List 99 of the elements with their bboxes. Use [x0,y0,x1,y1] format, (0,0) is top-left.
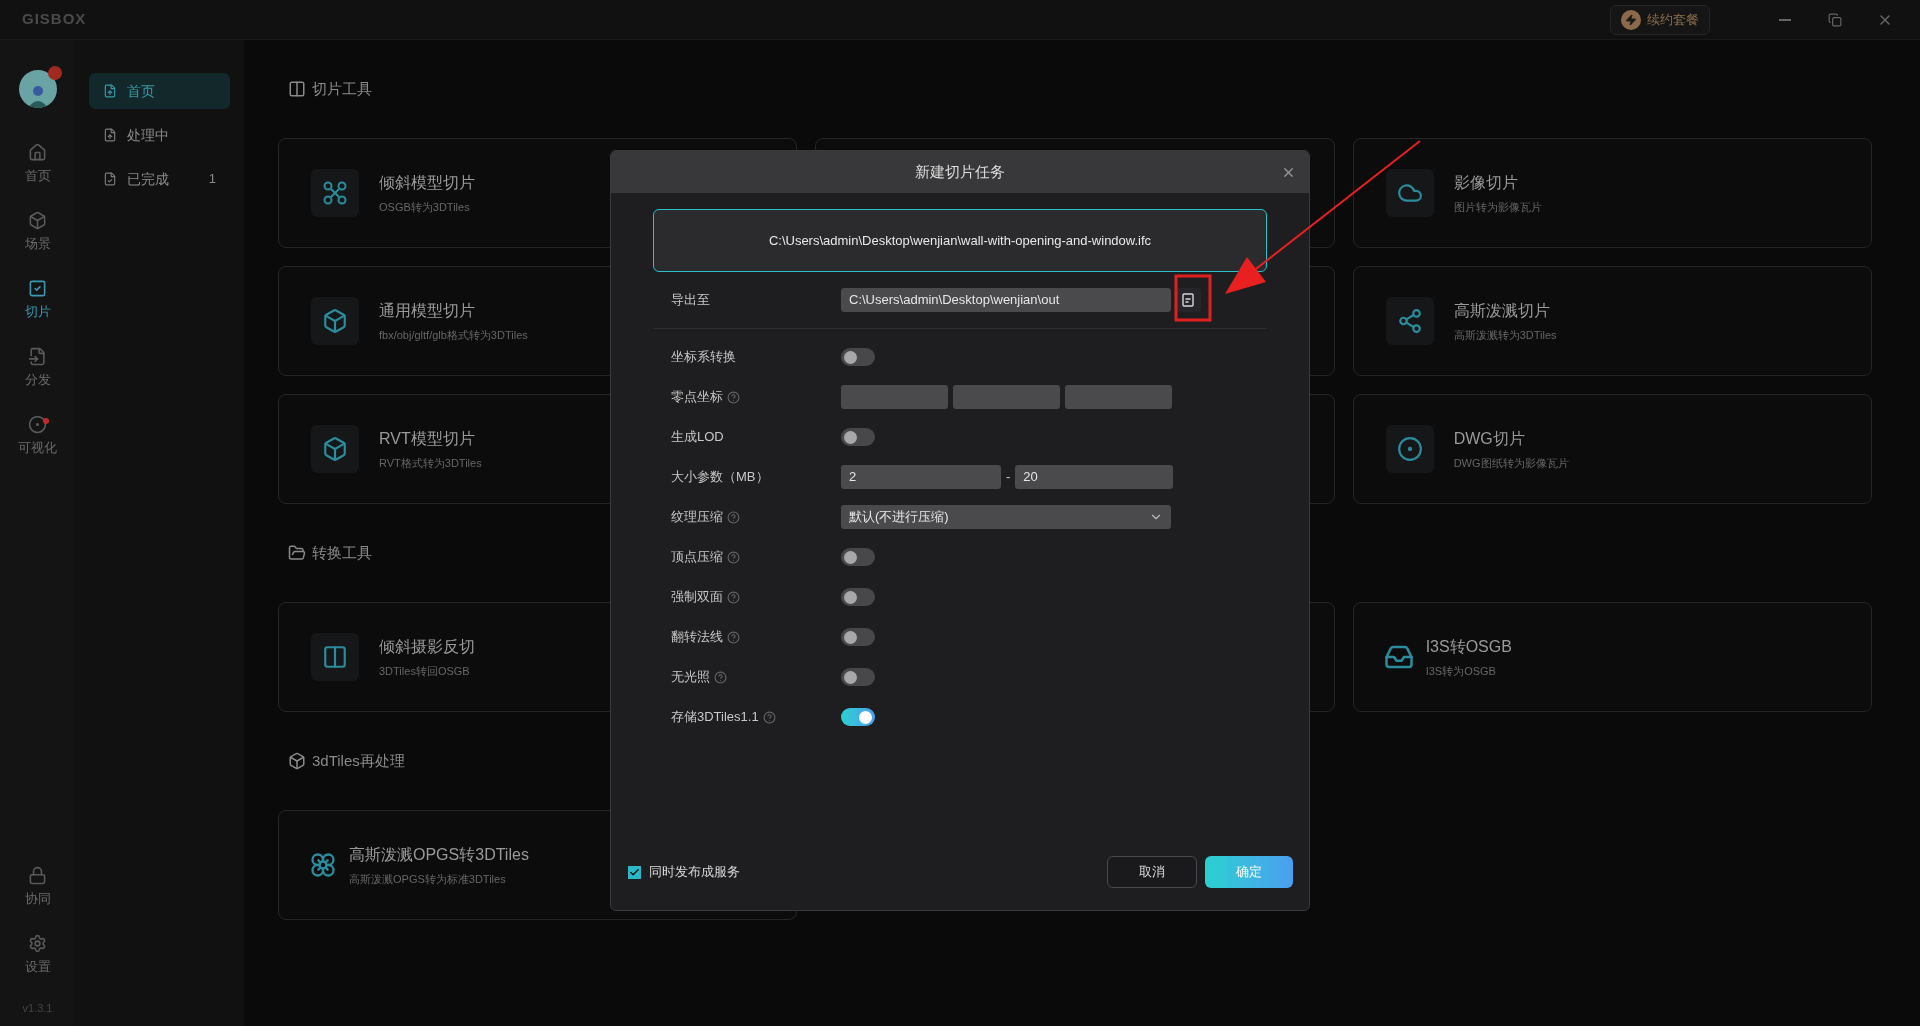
file-arrow-icon [28,346,47,366]
restore-icon [1828,12,1842,27]
card-title: I3S转OSGB [1425,636,1512,657]
card-title: 影像切片 [1453,172,1519,193]
help-icon[interactable] [727,630,740,644]
field-label: 翻转法线 [671,628,723,647]
cancel-button[interactable]: 取消 [1107,856,1197,888]
card-subtitle: OSGB转为3DTiles [379,199,471,215]
lightning-icon [1621,9,1641,30]
tool-card[interactable]: DWG切片 DWG图纸转为影像瓦片 [1352,394,1872,504]
card-subtitle: I3S转为OSGB [1425,663,1497,679]
cube-icon [288,752,306,770]
card-title: 高斯泼溅切片 [1453,300,1551,321]
nav-item[interactable]: 分发 [2,334,73,402]
annotation-highlight-box [1174,274,1212,322]
dialog-title: 新建切片任务 [915,161,1005,182]
file-upload-icon [103,128,117,142]
tool-card[interactable]: 影像切片 图片转为影像瓦片 [1352,138,1872,248]
card-title: DWG切片 [1453,428,1526,449]
section-title: 转换工具 [312,542,372,563]
toggle-switch[interactable] [841,548,875,566]
coordinate-field[interactable] [1065,385,1172,409]
publish-checkbox[interactable] [628,865,641,879]
section-title: 切片工具 [312,78,372,99]
coordinate-field[interactable] [953,385,1060,409]
nav-item[interactable]: 可视化 [2,402,73,470]
folder-icon [288,544,306,562]
user-avatar[interactable] [18,70,57,108]
house-icon [28,142,47,162]
nav-item[interactable]: 首页 [2,130,73,198]
toggle-switch[interactable] [841,588,875,606]
sidebar-item[interactable]: 已完成 1 [89,161,230,197]
help-icon[interactable] [727,550,740,564]
minimize-icon [1779,18,1791,21]
min-size-field[interactable]: 2 [841,465,1001,489]
notification-badge [47,66,62,80]
flower-icon [309,851,337,879]
renew-plan-button[interactable]: 续约套餐 [1610,4,1710,35]
field-label: 顶点压缩 [671,548,723,567]
field-label: 导出至 [671,291,710,310]
card-title: 高斯泼溅OPGS转3DTiles [349,844,529,865]
field-label: 无光照 [671,668,710,687]
card-title: RVT模型切片 [379,428,476,449]
card-subtitle: 高斯泼溅转为3DTiles [1453,327,1557,343]
nav-item[interactable]: 设置 [2,921,73,990]
card-title: 倾斜摄影反切 [379,636,475,657]
card-subtitle: fbx/obj/gltf/glb格式转为3DTiles [379,327,528,343]
cube-icon [28,210,47,230]
source-file-dropzone[interactable]: C:\Users\admin\Desktop\wenjian\wall-with-opening-and-window.ifc [653,209,1267,272]
drone-icon [322,180,348,206]
lock-icon [28,866,47,886]
nav-item[interactable]: 切片 [2,266,73,334]
nav-item[interactable]: 场景 [2,198,73,266]
item-count: 1 [208,170,216,189]
range-separator: - [1006,468,1011,487]
field-label: 大小参数（MB） [671,468,769,487]
cube-icon [322,308,348,334]
help-icon[interactable] [727,510,740,524]
card-title: 通用模型切片 [379,300,476,321]
split-panel-icon [322,644,348,670]
card-subtitle: 高斯泼溅OPGS转为标准3DTiles [349,871,507,887]
card-subtitle: 图片转为影像瓦片 [1453,199,1542,215]
sidebar-item[interactable]: 首页 [89,73,230,109]
settings-icon [28,934,47,954]
app-logo: GISBOX [22,9,87,30]
toggle-switch[interactable] [841,708,875,726]
nav-item[interactable]: 协同 [2,853,73,922]
file-upload-icon [103,84,117,98]
output-path-field[interactable]: C:\Users\admin\Desktop\wenjian\out [841,288,1171,312]
checked-file-icon [28,278,47,298]
help-icon[interactable] [727,590,740,604]
circle-icon [1396,436,1423,462]
help-icon[interactable] [714,670,727,684]
texture-compression-select[interactable]: 默认(不进行压缩) [841,505,1171,529]
document-icon [1182,293,1194,307]
coordinate-field[interactable] [841,385,948,409]
toggle-switch[interactable] [841,428,875,446]
publish-label: 同时发布成服务 [649,863,740,882]
tool-card[interactable]: I3S转OSGB I3S转为OSGB [1352,602,1872,712]
help-icon[interactable] [727,390,740,404]
card-subtitle: 3DTiles转回OSGB [379,663,471,679]
field-label: 坐标系转换 [671,348,736,367]
circle-icon [28,414,47,434]
card-subtitle: DWG图纸转为影像瓦片 [1453,455,1569,471]
field-label: 生成LOD [671,428,724,447]
tool-card[interactable]: 高斯泼溅切片 高斯泼溅转为3DTiles [1352,266,1872,376]
file-check-icon [103,172,117,186]
max-size-field[interactable]: 20 [1015,465,1174,489]
help-icon[interactable] [762,710,776,724]
network-icon [1396,308,1423,334]
field-label: 纹理压缩 [671,508,723,527]
toggle-switch[interactable] [841,628,875,646]
card-title: 倾斜模型切片 [379,172,475,193]
card-subtitle: RVT格式转为3DTiles [379,455,482,471]
toggle-switch[interactable] [841,668,875,686]
toggle-switch[interactable] [841,348,875,366]
section-title: 3dTiles再处理 [312,750,405,771]
sidebar-item[interactable]: 处理中 [89,117,230,153]
cube-icon [322,436,348,462]
